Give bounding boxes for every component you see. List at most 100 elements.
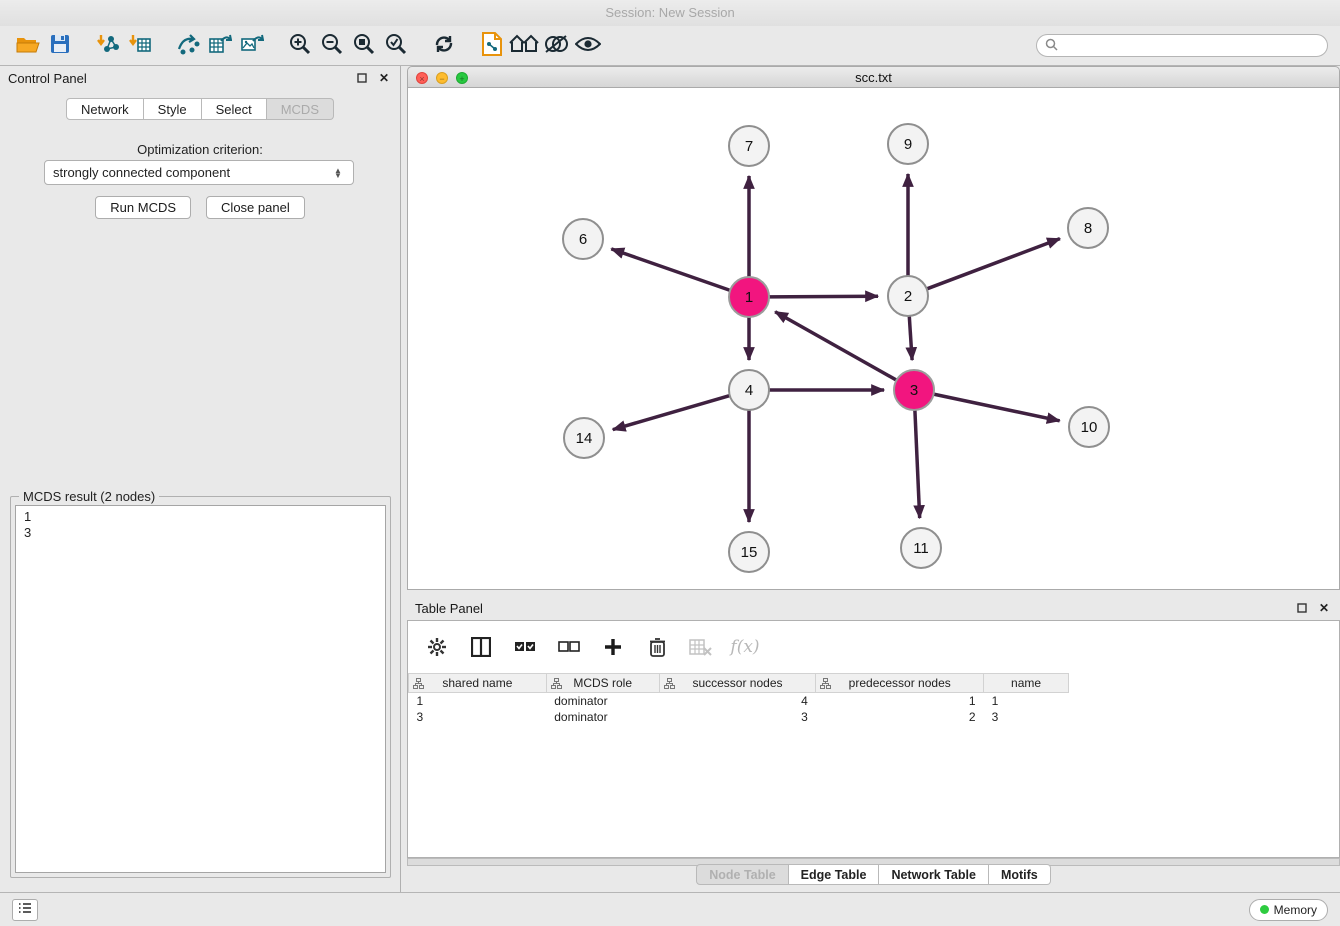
graph-node-15[interactable]: 15: [729, 532, 769, 572]
export-image-icon: [240, 33, 264, 58]
graph-node-10[interactable]: 10: [1069, 407, 1109, 447]
graph-edge-3-10[interactable]: [934, 394, 1060, 421]
table-panel: Table Panel ✕: [407, 596, 1340, 892]
import-network-button[interactable]: [92, 31, 124, 61]
zoom-selected-button[interactable]: [380, 31, 412, 61]
tab-edge-table[interactable]: Edge Table: [789, 864, 880, 885]
import-table-button[interactable]: [124, 31, 156, 61]
graph-node-4[interactable]: 4: [729, 370, 769, 410]
delete-table-button[interactable]: [688, 634, 714, 660]
optimization-criterion-select[interactable]: strongly connected component ▲▼: [44, 160, 354, 185]
float-panel-icon[interactable]: [354, 70, 370, 86]
zoom-in-button[interactable]: [284, 31, 316, 61]
venn-style-icon: [543, 33, 569, 58]
memory-button[interactable]: Memory: [1249, 899, 1328, 921]
create-column-button[interactable]: [600, 634, 626, 660]
graph-edge-3-1[interactable]: [775, 312, 896, 380]
column-header-predecessor-nodes[interactable]: predecessor nodes: [816, 674, 984, 693]
zoom-out-button[interactable]: [316, 31, 348, 61]
minimize-window-icon[interactable]: −: [436, 72, 448, 84]
column-header-mcds-role[interactable]: MCDS role: [546, 674, 659, 693]
graph-node-1[interactable]: 1: [729, 277, 769, 317]
tab-style[interactable]: Style: [144, 98, 202, 120]
column-header-name[interactable]: name: [984, 674, 1069, 693]
graph-edge-1-6[interactable]: [611, 249, 730, 291]
attribute-tree-icon: [413, 678, 424, 692]
network-window-titlebar[interactable]: × − + scc.txt: [407, 66, 1340, 88]
graph-node-7[interactable]: 7: [729, 126, 769, 166]
style-copy-button[interactable]: [540, 31, 572, 61]
import-network-icon: [96, 33, 120, 58]
float-table-panel-icon[interactable]: [1294, 600, 1310, 616]
graph-edge-2-3[interactable]: [909, 316, 912, 360]
function-builder-button[interactable]: f(x): [732, 634, 758, 660]
export-network-icon: [176, 33, 200, 58]
attribute-tree-icon: [551, 678, 562, 692]
graph-node-6[interactable]: 6: [563, 219, 603, 259]
apply-layout-button[interactable]: [476, 31, 508, 61]
run-mcds-button[interactable]: Run MCDS: [95, 196, 191, 219]
graph-node-3[interactable]: 3: [894, 370, 934, 410]
show-columns-button[interactable]: [468, 634, 494, 660]
zoom-fit-button[interactable]: [348, 31, 380, 61]
tab-mcds[interactable]: MCDS: [267, 98, 334, 120]
tab-network[interactable]: Network: [66, 98, 144, 120]
graph-edge-4-14[interactable]: [613, 396, 730, 430]
mcds-result-list[interactable]: 1 3: [15, 505, 386, 873]
table-tabs: Node Table Edge Table Network Table Moti…: [407, 864, 1340, 885]
window-titlebar: Session: New Session: [0, 0, 1340, 26]
table-row[interactable]: 1 dominator 4 1 1: [409, 693, 1069, 709]
tab-node-table[interactable]: Node Table: [696, 864, 788, 885]
graph-edge-3-11[interactable]: [915, 410, 920, 518]
graph-node-14[interactable]: 14: [564, 418, 604, 458]
graph-edge-2-8[interactable]: [927, 239, 1060, 289]
graph-edge-1-2[interactable]: [769, 296, 878, 297]
mcds-result-group: MCDS result (2 nodes) 1 3: [10, 496, 391, 878]
table-panel-title: Table Panel: [415, 601, 1288, 616]
network-canvas[interactable]: 7 9 6 8 1 2 4 3 14 10 15 11: [407, 88, 1340, 590]
open-session-button[interactable]: [12, 31, 44, 61]
deselect-all-columns-button[interactable]: [556, 634, 582, 660]
close-panel-icon[interactable]: ✕: [376, 70, 392, 86]
tab-network-table[interactable]: Network Table: [879, 864, 989, 885]
select-all-columns-button[interactable]: [512, 634, 538, 660]
svg-text:14: 14: [576, 430, 593, 447]
tab-motifs[interactable]: Motifs: [989, 864, 1051, 885]
search-field[interactable]: [1036, 34, 1328, 57]
first-neighbors-button[interactable]: [508, 31, 540, 61]
export-network-button[interactable]: [172, 31, 204, 61]
graph-node-8[interactable]: 8: [1068, 208, 1108, 248]
svg-text:2: 2: [904, 288, 912, 305]
search-input[interactable]: [1058, 39, 1319, 53]
close-panel-button[interactable]: Close panel: [206, 196, 305, 219]
save-session-button[interactable]: [44, 31, 76, 61]
open-folder-icon: [16, 34, 40, 57]
control-panel: Control Panel ✕ Network Style Select MCD…: [0, 66, 401, 892]
window-title: Session: New Session: [605, 5, 734, 20]
save-disk-icon: [50, 34, 70, 57]
maximize-window-icon[interactable]: +: [456, 72, 468, 84]
column-header-shared-name[interactable]: shared name: [409, 674, 547, 693]
table-row[interactable]: 3 dominator 3 2 3: [409, 709, 1069, 725]
network-view-window: × − + scc.txt 7 9 6 8 1 2 4 3 14 10 15 11: [407, 66, 1340, 590]
export-image-button[interactable]: [236, 31, 268, 61]
table-settings-button[interactable]: [424, 634, 450, 660]
export-table-button[interactable]: [204, 31, 236, 61]
svg-text:3: 3: [910, 382, 918, 399]
svg-text:4: 4: [745, 382, 753, 399]
table-toolbar: f(x): [408, 621, 1339, 673]
close-window-icon[interactable]: ×: [416, 72, 428, 84]
task-history-button[interactable]: [12, 899, 38, 921]
refresh-button[interactable]: [428, 31, 460, 61]
graph-node-9[interactable]: 9: [888, 124, 928, 164]
close-table-panel-icon[interactable]: ✕: [1316, 600, 1332, 616]
column-header-successor-nodes[interactable]: successor nodes: [659, 674, 816, 693]
chevron-up-down-icon: ▲▼: [331, 168, 345, 178]
show-hide-button[interactable]: [572, 31, 604, 61]
tab-select[interactable]: Select: [202, 98, 267, 120]
graph-node-2[interactable]: 2: [888, 276, 928, 316]
network-graph[interactable]: 7 9 6 8 1 2 4 3 14 10 15 11: [408, 88, 1339, 589]
graph-node-11[interactable]: 11: [901, 528, 941, 568]
main-toolbar: [0, 26, 1340, 66]
delete-column-button[interactable]: [644, 634, 670, 660]
